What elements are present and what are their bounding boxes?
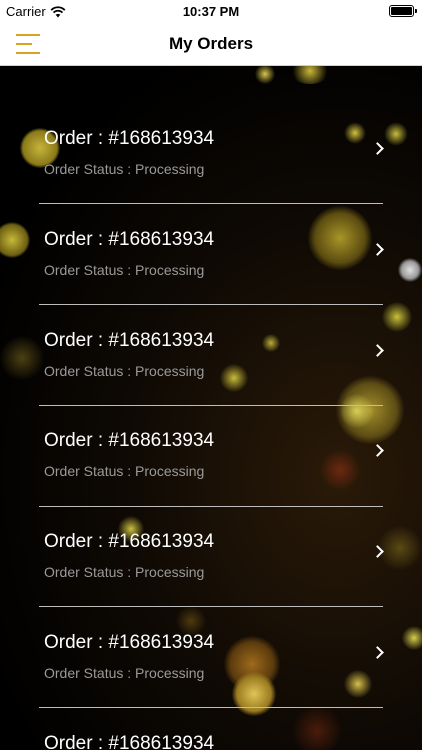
row-divider (39, 506, 383, 507)
row-divider (39, 707, 383, 708)
row-divider (39, 304, 383, 305)
chevron-right-icon (371, 343, 384, 357)
order-number: Order : #168613934 (44, 228, 215, 250)
order-row[interactable]: Order : #168613934 Order Status : Proces… (0, 368, 422, 479)
row-divider (39, 203, 383, 204)
navigation-bar: My Orders (0, 22, 422, 66)
chevron-right-icon (371, 646, 384, 659)
order-number: Order : #168613934 (44, 329, 215, 351)
row-divider (39, 606, 383, 607)
chevron-right-icon (371, 242, 384, 256)
order-row[interactable]: Order : #168613934 Order Status : Proces… (0, 570, 422, 681)
orders-content[interactable]: Order : #168613934 Order Status : Proces… (0, 66, 422, 750)
battery-icon (389, 5, 417, 17)
order-number: Order : #168613934 (44, 631, 215, 653)
order-row[interactable]: Order : #168613934 Order Status : Proces… (0, 66, 422, 177)
order-number: Order : #168613934 (44, 128, 215, 149)
row-divider (39, 405, 383, 406)
order-row[interactable]: Order : #168613934 Order Status : Proces… (0, 268, 422, 379)
status-bar: Carrier 10:37 PM (0, 0, 422, 22)
chevron-right-icon (371, 444, 384, 458)
chevron-right-icon (371, 142, 384, 155)
order-row[interactable]: Order : #168613934 Order Status : Proces… (0, 167, 422, 278)
page-title: My Orders (168, 34, 254, 53)
order-row[interactable]: Order : #168613934 (0, 671, 422, 750)
order-number: Order : #168613934 (44, 531, 215, 553)
order-number: Order : #168613934 (44, 430, 215, 452)
order-row[interactable]: Order : #168613934 Order Status : Proces… (0, 469, 422, 580)
chevron-right-icon (371, 545, 384, 559)
clock: 10:37 PM (182, 4, 240, 19)
orders-list: Order : #168613934 Order Status : Proces… (0, 66, 422, 750)
order-number: Order : #168613934 (44, 732, 215, 750)
